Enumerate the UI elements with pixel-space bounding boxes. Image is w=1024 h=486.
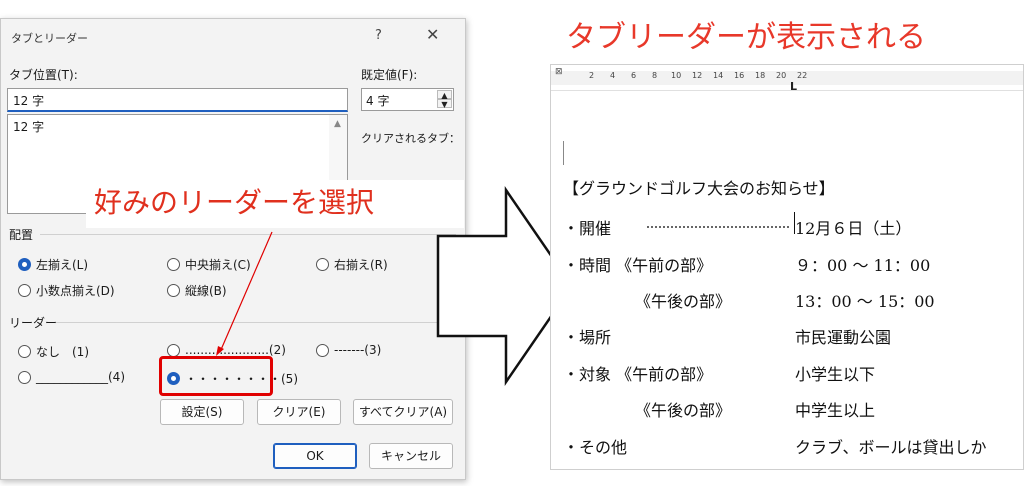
ruler-number: 14 (713, 71, 724, 80)
ruler-number: 20 (776, 71, 787, 80)
indent-marker-icon[interactable]: ⊠ (555, 67, 563, 77)
ruler-number: 12 (692, 71, 703, 80)
ruler-band (551, 71, 1023, 85)
ruler-number: 6 (631, 71, 637, 80)
ruler-number: 8 (652, 71, 658, 80)
ruler-number: 16 (734, 71, 745, 80)
ruler[interactable]: ⊠ 2 4 6 8 10 12 14 16 18 20 22 L (551, 65, 1023, 93)
doc-line: 12月６日（土） (795, 219, 912, 238)
pointer-arrowhead (216, 346, 224, 356)
ruler-number: 10 (671, 71, 682, 80)
ruler-number: 2 (589, 71, 595, 80)
doc-title: 【グラウンドゴルフ大会のお知らせ】 (563, 179, 835, 198)
doc-line: ・対象 《午前の部》 (563, 365, 713, 384)
ruler-number: 4 (610, 71, 616, 80)
ruler-number: 18 (755, 71, 766, 80)
doc-line: 《午後の部》 (635, 292, 732, 311)
doc-line: 《午後の部》 (635, 401, 732, 420)
pointer-line (219, 231, 273, 353)
doc-line: ・時間 《午前の部》 (563, 256, 713, 275)
doc-line: 市民運動公園 (795, 328, 892, 347)
document-preview: ⊠ 2 4 6 8 10 12 14 16 18 20 22 L 【グラウンドゴ… (550, 64, 1024, 470)
doc-line: ９：00 ～ 11：00 (795, 256, 931, 275)
doc-line: 小学生以下 (795, 365, 876, 384)
ruler-number: 22 (797, 71, 808, 80)
doc-line: ・その他 (563, 438, 628, 457)
doc-line: ・開催 (563, 219, 612, 238)
doc-line: ・場所 (563, 328, 612, 347)
doc-line: 13：00 ～ 15：00 (795, 292, 935, 311)
doc-line: 中学生以上 (795, 401, 876, 420)
result-heading: タブリーダーが表示される (566, 20, 926, 55)
tab-leader (647, 226, 789, 228)
margin-marker (563, 141, 564, 165)
doc-line: クラブ、ボールは貸出しか (795, 438, 987, 457)
tab-stop-marker-icon[interactable]: L (790, 80, 797, 93)
